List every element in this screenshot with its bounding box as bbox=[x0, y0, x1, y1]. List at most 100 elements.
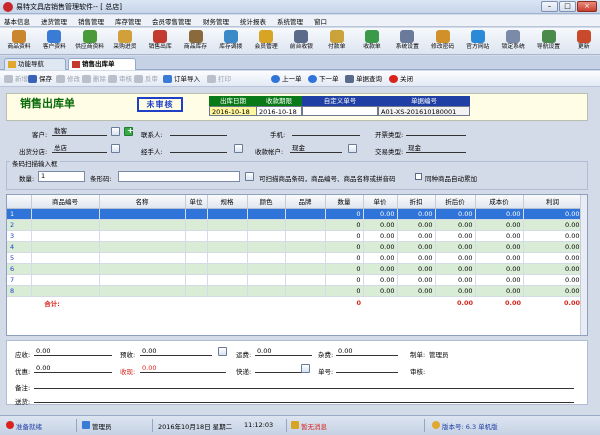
prepaid-input[interactable]: 0.00 bbox=[140, 347, 212, 356]
customer-input[interactable]: 散客 bbox=[52, 127, 107, 136]
new-button[interactable]: 新增 bbox=[4, 74, 28, 84]
menu-reports[interactable]: 统计报表 bbox=[240, 16, 266, 26]
row-number[interactable]: 2 bbox=[7, 219, 32, 231]
close-window-button[interactable]: × bbox=[577, 1, 597, 12]
table-cell[interactable]: 0.00 bbox=[397, 274, 436, 286]
table-cell[interactable]: 0.00 bbox=[397, 241, 436, 253]
table-row[interactable]: 8 0 0.00 0.00 0.00 0.00 0.00 bbox=[7, 285, 583, 297]
toolbar-member-button[interactable]: 会员管理 bbox=[249, 29, 283, 54]
menu-sales[interactable]: 销售管理 bbox=[78, 16, 104, 26]
table-row[interactable]: 5 0 0.00 0.00 0.00 0.00 0.00 bbox=[7, 252, 583, 264]
toolbar-website-button[interactable]: 官方网站 bbox=[461, 29, 495, 54]
table-cell[interactable] bbox=[99, 230, 186, 242]
column-header[interactable]: 利润 bbox=[523, 195, 583, 209]
toolbar-cashier-button[interactable]: 前台收银 bbox=[284, 29, 318, 54]
table-cell[interactable]: 0.00 bbox=[475, 252, 524, 264]
table-cell[interactable] bbox=[31, 285, 100, 297]
table-cell[interactable] bbox=[285, 252, 326, 264]
table-cell[interactable] bbox=[99, 285, 186, 297]
column-header[interactable]: 折扣 bbox=[397, 195, 436, 209]
table-cell[interactable]: 0.00 bbox=[397, 219, 436, 231]
table-row[interactable]: 6 0 0.00 0.00 0.00 0.00 0.00 bbox=[7, 263, 583, 275]
table-cell[interactable]: 0 bbox=[325, 219, 364, 231]
audit-button[interactable]: 审核 bbox=[108, 74, 132, 84]
tab-navigation[interactable]: 功能导航 bbox=[4, 58, 66, 70]
qty-input[interactable]: 1 bbox=[38, 171, 85, 182]
row-number[interactable]: 4 bbox=[7, 241, 32, 253]
table-cell[interactable] bbox=[285, 230, 326, 242]
discount-input[interactable]: 0.00 bbox=[34, 364, 112, 373]
account-input[interactable]: 现金 bbox=[290, 144, 342, 153]
import-order-button[interactable]: 订单导入 bbox=[163, 74, 200, 84]
express-picker-icon[interactable] bbox=[301, 364, 310, 373]
remark-input[interactable] bbox=[34, 380, 574, 389]
delete-button[interactable]: 删除 bbox=[82, 74, 106, 84]
table-cell[interactable] bbox=[285, 208, 326, 220]
table-cell[interactable] bbox=[285, 241, 326, 253]
column-header[interactable]: 单位 bbox=[185, 195, 208, 209]
table-cell[interactable] bbox=[99, 241, 186, 253]
toolbar-receipt-button[interactable]: 收款单 bbox=[355, 29, 389, 54]
table-cell[interactable] bbox=[185, 285, 208, 297]
table-cell[interactable]: 0.00 bbox=[435, 219, 476, 231]
menu-window[interactable]: 窗口 bbox=[314, 16, 327, 26]
date-input[interactable]: 2016-10-18 bbox=[209, 106, 257, 116]
toolbar-password-button[interactable]: 修改密码 bbox=[426, 29, 460, 54]
column-header[interactable]: 成本价 bbox=[475, 195, 524, 209]
table-cell[interactable]: 0.00 bbox=[435, 263, 476, 275]
toolbar-goods-button[interactable]: 商品资料 bbox=[2, 29, 36, 54]
handler-input[interactable] bbox=[170, 144, 227, 153]
table-cell[interactable]: 0 bbox=[325, 274, 364, 286]
table-cell[interactable]: 0 bbox=[325, 285, 364, 297]
menu-inventory[interactable]: 库存管理 bbox=[115, 16, 141, 26]
table-cell[interactable] bbox=[31, 252, 100, 264]
table-cell[interactable] bbox=[185, 263, 208, 275]
table-cell[interactable]: 0.00 bbox=[523, 241, 583, 253]
freight-input[interactable]: 0.00 bbox=[255, 347, 312, 356]
add-customer-button[interactable] bbox=[124, 126, 134, 136]
print-button[interactable]: 打印 bbox=[207, 74, 231, 84]
receivable-input[interactable]: 0.00 bbox=[34, 347, 112, 356]
table-cell[interactable] bbox=[185, 241, 208, 253]
table-cell[interactable]: 0.00 bbox=[435, 241, 476, 253]
column-header[interactable]: 单价 bbox=[363, 195, 398, 209]
phone-input[interactable] bbox=[292, 127, 360, 136]
table-cell[interactable] bbox=[99, 208, 186, 220]
table-cell[interactable] bbox=[207, 252, 248, 264]
table-cell[interactable]: 0 bbox=[325, 263, 364, 275]
misc-fee-input[interactable]: 0.00 bbox=[336, 347, 398, 356]
table-cell[interactable]: 0.00 bbox=[397, 208, 436, 220]
table-cell[interactable]: 0.00 bbox=[397, 285, 436, 297]
table-cell[interactable] bbox=[185, 252, 208, 264]
table-cell[interactable] bbox=[285, 219, 326, 231]
table-cell[interactable] bbox=[207, 230, 248, 242]
row-number[interactable]: 5 bbox=[7, 252, 32, 264]
table-cell[interactable]: 0.00 bbox=[363, 252, 398, 264]
table-cell[interactable]: 0.00 bbox=[523, 285, 583, 297]
auto-add-checkbox[interactable] bbox=[415, 173, 422, 180]
table-cell[interactable]: 0.00 bbox=[475, 263, 524, 275]
toolbar-nav-settings-button[interactable]: 导航设置 bbox=[532, 29, 566, 54]
row-number[interactable]: 8 bbox=[7, 285, 32, 297]
table-cell[interactable]: 0.00 bbox=[475, 219, 524, 231]
prepaid-picker-icon[interactable] bbox=[218, 347, 227, 356]
table-row[interactable]: 3 0 0.00 0.00 0.00 0.00 0.00 bbox=[7, 230, 583, 242]
received-input[interactable]: 0.00 bbox=[140, 364, 226, 373]
table-cell[interactable]: 0 bbox=[325, 230, 364, 242]
toolbar-settings-button[interactable]: 系统设置 bbox=[390, 29, 424, 54]
table-cell[interactable]: 0.00 bbox=[397, 263, 436, 275]
customer-picker-icon[interactable] bbox=[111, 127, 120, 136]
table-cell[interactable]: 0 bbox=[325, 208, 364, 220]
table-cell[interactable] bbox=[185, 274, 208, 286]
column-header[interactable] bbox=[7, 195, 32, 209]
column-header[interactable]: 颜色 bbox=[247, 195, 286, 209]
toolbar-purchase-button[interactable]: 采购进货 bbox=[108, 29, 142, 54]
table-cell[interactable] bbox=[31, 208, 100, 220]
table-cell[interactable] bbox=[207, 208, 248, 220]
table-cell[interactable] bbox=[247, 230, 286, 242]
table-cell[interactable]: 0.00 bbox=[363, 263, 398, 275]
branch-input[interactable]: 总店 bbox=[52, 144, 107, 153]
menu-purchase[interactable]: 进货管理 bbox=[41, 16, 67, 26]
table-cell[interactable] bbox=[31, 263, 100, 275]
table-cell[interactable] bbox=[185, 219, 208, 231]
